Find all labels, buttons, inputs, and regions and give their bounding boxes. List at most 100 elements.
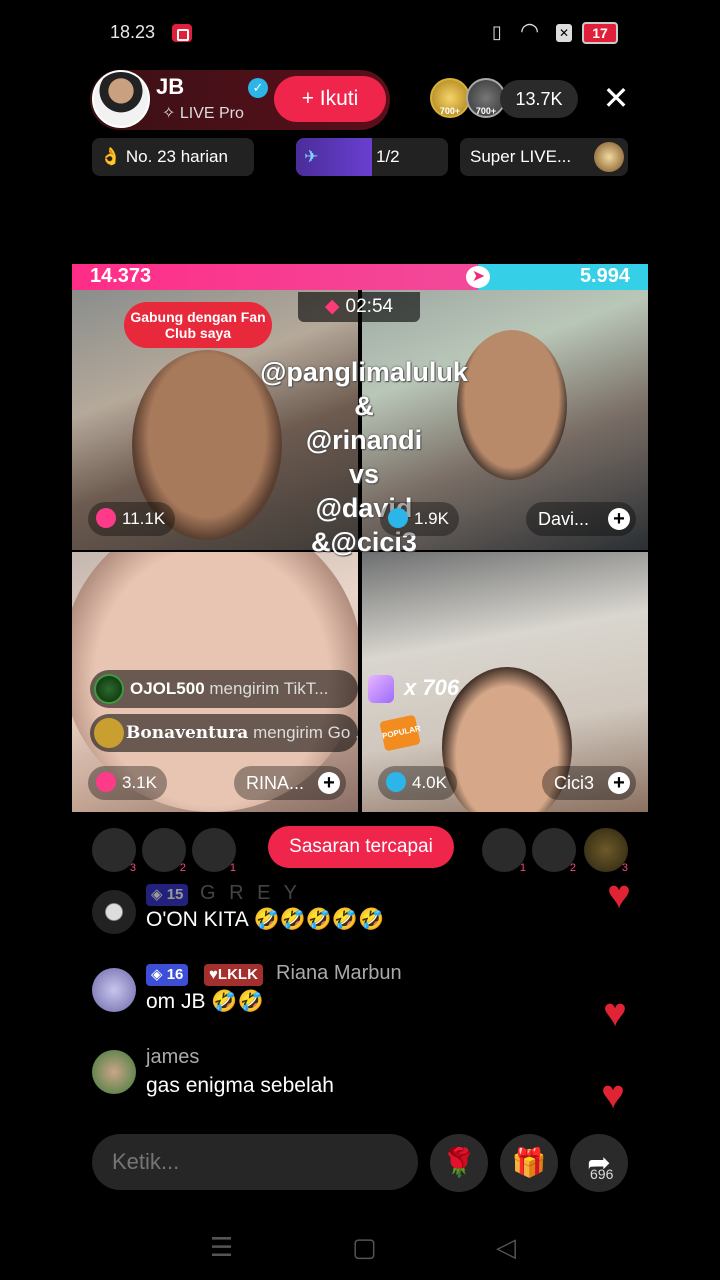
overlay-line: & — [354, 391, 374, 421]
host-name[interactable]: JB — [156, 74, 184, 100]
goal-reached-button[interactable]: Sasaran tercapai — [268, 826, 454, 868]
super-live-text: Super LIVE... — [470, 147, 572, 166]
commenter-avatar[interactable] — [92, 890, 136, 934]
supporter-rank: 2 — [569, 862, 576, 874]
commenter-name[interactable]: G R E Y — [200, 882, 301, 905]
gift-notification: OJOL500 mengirim TikT... — [90, 670, 358, 708]
top-viewer-avatar[interactable]: 700+ — [430, 78, 470, 118]
commenter-name[interactable]: Riana Marbun — [276, 962, 402, 985]
commenter-name[interactable]: james — [146, 1046, 199, 1069]
supporter-avatar[interactable]: 3 — [92, 828, 136, 874]
gift-action: mengirim Go ... — [253, 723, 358, 742]
tile-3-name[interactable]: RINA... + — [234, 766, 346, 800]
supporter-avatar[interactable]: 3 — [584, 828, 628, 874]
gifter-name: Bonaventura — [126, 723, 249, 743]
timer-text: 02:54 — [345, 296, 394, 317]
supporter-rank: 2 — [179, 862, 186, 874]
gem-icon — [594, 142, 624, 172]
screen-record-icon — [172, 24, 192, 42]
gift-action: mengirim TikT... — [209, 679, 329, 698]
right-team-score: 5.994 — [579, 265, 630, 287]
verified-icon: ✓ — [248, 78, 268, 98]
daily-rank-text: No. 23 harian — [125, 147, 228, 166]
viewer-count[interactable]: 13.7K — [500, 80, 578, 118]
level-number: 15 — [166, 886, 184, 903]
follow-button[interactable]: + Ikuti — [274, 76, 386, 122]
heart-icon: ♥ — [603, 991, 627, 1035]
add-guest-icon[interactable]: + — [608, 772, 630, 794]
back-icon[interactable]: ◁ — [496, 1232, 516, 1263]
fan-club-banner[interactable]: Gabung dengan Fan Club saya — [124, 302, 272, 348]
tile-2-score: 1.9K — [380, 502, 459, 536]
progress-text: 1/2 — [376, 147, 400, 166]
status-bar: 18.23 ▯ ◠ ✕ 17 — [0, 0, 720, 66]
heart-icon: ♥ — [607, 873, 631, 917]
vibrate-icon: ▯ — [492, 22, 502, 42]
gift-notification: Bonaventura mengirim Go ... — [90, 714, 358, 752]
score-icon — [96, 507, 116, 528]
close-icon[interactable]: ✕ — [598, 80, 634, 116]
share-count: 696 — [590, 1166, 614, 1182]
battle-divider-icon: ➤ — [466, 266, 491, 288]
gifter-name: OJOL500 — [130, 679, 205, 698]
supporter-avatar[interactable]: 2 — [142, 828, 186, 874]
battle-timer: ◆ 02:54 — [298, 292, 420, 322]
supporter-avatar[interactable]: 1 — [482, 828, 526, 874]
tile-3-score: 3.1K — [88, 766, 167, 800]
battle-icon: ◆ — [324, 296, 340, 317]
host-subtitle: ✧ LIVE Pro — [162, 105, 244, 122]
tiktok-gift-icon — [368, 675, 394, 704]
score-icon — [96, 771, 116, 792]
supporter-rank: 1 — [519, 862, 526, 874]
share-icon[interactable]: ➦ — [570, 1134, 628, 1192]
level-number: 16 — [166, 966, 184, 983]
daily-rank-pill[interactable]: 👌 No. 23 harian — [92, 138, 254, 176]
sim-icon: ✕ — [556, 24, 572, 42]
guest-name: Cici3 — [554, 773, 595, 793]
score-icon — [386, 771, 406, 792]
supporter-avatar[interactable]: 2 — [532, 828, 576, 874]
tile-1-score: 11.1K — [88, 502, 176, 536]
commenter-avatar[interactable] — [92, 968, 136, 1012]
gift-box-icon[interactable]: 🎁 — [500, 1134, 558, 1192]
level-badge: ◈ 15 — [146, 884, 189, 906]
progress-pill[interactable]: ✈ 1/2 — [296, 138, 448, 176]
super-live-pill[interactable]: Super LIVE... — [460, 138, 628, 176]
gifter-avatar — [94, 718, 124, 748]
score-value: 1.9K — [414, 509, 449, 528]
score-value: 4.0K — [412, 773, 447, 792]
tile-4-name[interactable]: Cici3 + — [542, 766, 636, 800]
score-value: 11.1K — [122, 509, 166, 528]
supporter-avatar[interactable]: 1 — [192, 828, 236, 874]
score-value: 3.1K — [122, 773, 157, 792]
level-badge: ◈ 16 — [146, 964, 189, 986]
host-subtitle-text: LIVE Pro — [179, 105, 244, 122]
battle-score-bar: 14.373 ➤ 5.994 — [72, 264, 648, 290]
clock: 18.23 — [110, 22, 156, 42]
tile-2-name[interactable]: Davi... + — [526, 502, 636, 536]
combo-count: x 706 — [404, 675, 460, 700]
gifter-avatar — [94, 674, 124, 704]
comment-input[interactable] — [92, 1134, 418, 1190]
overlay-line: vs — [348, 459, 380, 489]
tile-4-score: 4.0K — [378, 766, 457, 800]
supporter-rank: 1 — [229, 862, 236, 874]
comment-text: gas enigma sebelah — [146, 1074, 334, 1097]
fan-club-name: LKLK — [217, 966, 258, 983]
left-team-score: 14.373 — [90, 265, 152, 287]
commenter-avatar[interactable] — [92, 1050, 136, 1094]
fan-club-badge: ♥LKLK — [204, 964, 263, 986]
gift-combo: x 706 — [368, 672, 459, 704]
comment-text: O'ON KITA 🤣🤣🤣🤣🤣 — [146, 908, 385, 931]
add-guest-icon[interactable]: + — [608, 508, 630, 530]
battery-indicator: 17 — [582, 22, 618, 44]
menu-icon[interactable]: ☰ — [210, 1232, 233, 1263]
rocket-icon: ✈ — [304, 147, 319, 166]
rose-gift-icon[interactable]: 🌹 — [430, 1134, 488, 1192]
supporter-rank: 3 — [129, 862, 136, 874]
score-icon — [388, 507, 408, 528]
home-icon[interactable]: ▢ — [352, 1232, 377, 1263]
wifi-icon: ◠ — [520, 18, 540, 43]
host-avatar[interactable] — [92, 70, 150, 128]
add-guest-icon[interactable]: + — [318, 772, 340, 794]
